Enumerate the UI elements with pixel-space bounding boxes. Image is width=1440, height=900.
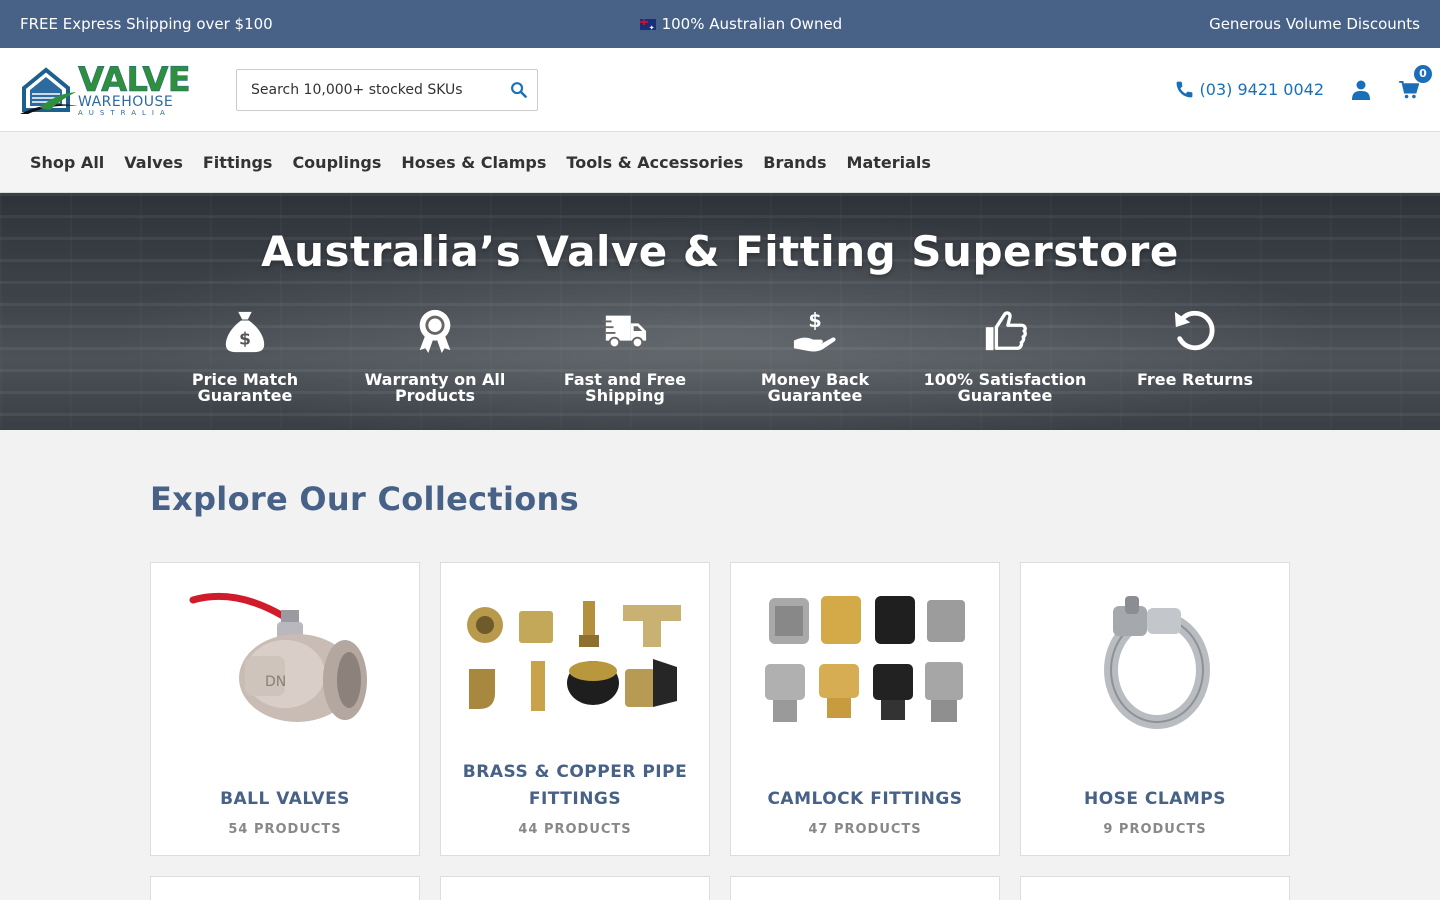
brass-fittings-image [465, 577, 685, 747]
nav-materials[interactable]: Materials [837, 153, 941, 172]
header-actions: (03) 9421 0042 0 [1175, 64, 1432, 101]
shopping-cart-icon [1399, 80, 1419, 98]
collection-card-ball-valves[interactable]: DN BALL VALVES 54 PRODUCTS [150, 562, 420, 856]
svg-text:$: $ [808, 309, 821, 332]
feature-money-back: $ Money Back Guarantee [720, 308, 910, 404]
nav-couplings[interactable]: Couplings [282, 153, 391, 172]
nav-hoses-clamps[interactable]: Hoses & Clamps [391, 153, 556, 172]
feature-price-match: $ Price Match Guarantee [150, 308, 340, 404]
svg-text:$: $ [239, 329, 251, 349]
collection-card-hose-clamps[interactable]: HOSE CLAMPS 9 PRODUCTS [1020, 562, 1290, 856]
feature-price-match-label: Price Match Guarantee [191, 370, 299, 405]
australian-flag-icon [639, 18, 656, 30]
announcement-bar: FREE Express Shipping over $100 100% Aus… [0, 0, 1440, 48]
feature-warranty: Warranty on All Products [340, 308, 530, 404]
camlock-fittings-product-icon [765, 596, 965, 722]
main-navigation: Shop All Valves Fittings Couplings Hoses… [0, 132, 1440, 193]
collection-count: 47 PRODUCTS [808, 822, 922, 837]
user-icon [1352, 80, 1370, 100]
feature-shipping: Fast and Free Shipping [530, 308, 720, 404]
collection-card[interactable] [440, 876, 710, 900]
site-logo[interactable]: VALVE WAREHOUSE AUSTRALIA [20, 59, 202, 117]
shipping-notice: FREE Express Shipping over $100 [20, 15, 273, 33]
collection-count: 44 PRODUCTS [518, 822, 632, 837]
collection-card[interactable] [150, 876, 420, 900]
collections-grid-row-2 [150, 876, 1290, 900]
phone-link[interactable]: (03) 9421 0042 [1175, 80, 1324, 99]
nav-shop-all[interactable]: Shop All [20, 153, 114, 172]
collections-grid: DN BALL VALVES 54 PRODUCTS BRASS & COPPE… [150, 562, 1290, 856]
cart-button[interactable]: 0 [1398, 64, 1432, 101]
svg-text:DN: DN [265, 674, 286, 690]
hand-dollar-icon: $ [793, 309, 836, 352]
nav-tools-accessories[interactable]: Tools & Accessories [556, 153, 753, 172]
collection-count: 54 PRODUCTS [228, 822, 342, 837]
hero-title: Australia’s Valve & Fitting Superstore [261, 227, 1179, 276]
undo-arrow-icon [1174, 310, 1215, 351]
search-input[interactable] [251, 81, 507, 98]
collections-heading: Explore Our Collections [150, 480, 579, 518]
logo-australia-text: AUSTRALIA [78, 108, 171, 117]
feature-money-back-label: Money Back Guarantee [760, 370, 870, 405]
site-header: VALVE WAREHOUSE AUSTRALIA (03) 9421 0042 [0, 48, 1440, 132]
volume-discount-notice: Generous Volume Discounts [1209, 15, 1420, 33]
award-ribbon-icon [419, 309, 451, 354]
brass-fittings-product-icon [467, 601, 681, 711]
nav-brands[interactable]: Brands [753, 153, 836, 172]
collection-card[interactable] [730, 876, 1000, 900]
money-bag-icon: $ [225, 311, 265, 353]
shipping-truck-icon [602, 315, 647, 349]
logo-warehouse-text: WAREHOUSE [78, 93, 174, 110]
phone-number: (03) 9421 0042 [1199, 80, 1324, 99]
cart-count-badge: 0 [1414, 64, 1432, 83]
hose-clamp-product-icon [1104, 596, 1210, 729]
thumbs-up-icon [985, 311, 1027, 351]
ball-valve-product-icon: DN [189, 592, 367, 722]
feature-satisfaction-label: 100% Satisfaction Guarantee [923, 370, 1087, 405]
search-button[interactable] [507, 79, 529, 101]
nav-fittings[interactable]: Fittings [193, 153, 283, 172]
search-icon [510, 82, 527, 98]
account-button[interactable] [1350, 79, 1372, 101]
warehouse-logo-icon [20, 66, 78, 114]
feature-shipping-label: Fast and Free Shipping [563, 370, 687, 405]
camlock-fittings-image [755, 577, 975, 747]
collection-card[interactable] [1020, 876, 1290, 900]
hero-banner: Australia’s Valve & Fitting Superstore $… [0, 193, 1440, 430]
guarantee-features: $ Price Match Guarantee Warranty on All … [0, 308, 1440, 404]
collection-card-brass-copper-fittings[interactable]: BRASS & COPPER PIPE FITTINGS 44 PRODUCTS [440, 562, 710, 856]
hose-clamp-image [1045, 577, 1265, 747]
collections-section: Explore Our Collections DN BALL VALVES 5… [0, 430, 1440, 900]
phone-icon [1176, 81, 1192, 98]
feature-warranty-label: Warranty on All Products [364, 370, 506, 405]
feature-satisfaction: 100% Satisfaction Guarantee [910, 308, 1100, 404]
nav-valves[interactable]: Valves [114, 153, 193, 172]
search-box [236, 68, 538, 111]
logo-wordmark: VALVE WAREHOUSE AUSTRALIA [78, 59, 191, 117]
feature-free-returns-label: Free Returns [1136, 370, 1254, 389]
collection-count: 9 PRODUCTS [1103, 822, 1207, 837]
collection-title: HOSE CLAMPS [1083, 789, 1227, 809]
collection-card-camlock-fittings[interactable]: CAMLOCK FITTINGS 47 PRODUCTS [730, 562, 1000, 856]
australian-owned-notice: 100% Australian Owned [639, 15, 843, 33]
collection-title: CAMLOCK FITTINGS [767, 789, 963, 809]
logo-valve-text: VALVE [78, 59, 191, 100]
collection-title: BRASS & COPPER PIPE FITTINGS [462, 762, 688, 809]
feature-free-returns: Free Returns [1100, 308, 1290, 404]
ball-valve-image: DN [175, 577, 395, 747]
collection-title: BALL VALVES [220, 789, 350, 809]
australian-owned-text: 100% Australian Owned [661, 15, 843, 33]
